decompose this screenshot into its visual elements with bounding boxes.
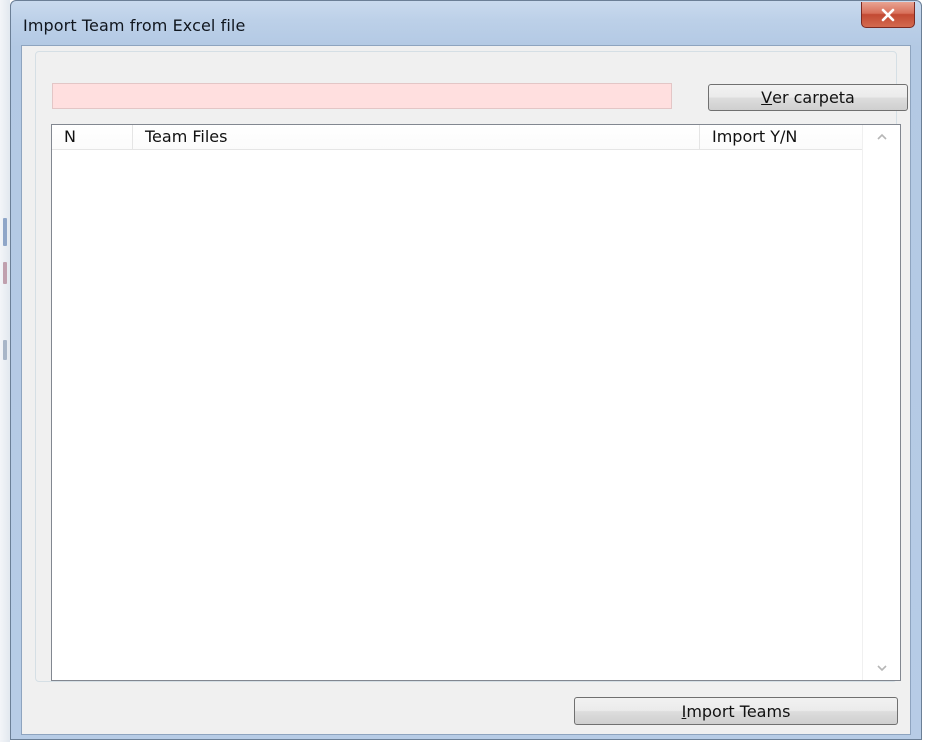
background-window-mark [3,218,7,246]
import-team-dialog: Import Team from Excel file Ver carpeta … [10,0,922,740]
scroll-down-button[interactable] [863,658,900,678]
import-teams-label: mport Teams [686,701,791,721]
dialog-client-area: Ver carpeta N Team Files Import Y/N I mp… [21,45,911,735]
scroll-up-button[interactable] [863,127,900,147]
ver-carpeta-mnemonic: V [761,88,773,107]
window-title: Import Team from Excel file [23,16,246,35]
column-header-team-files[interactable]: Team Files [132,125,699,149]
close-icon [881,8,895,21]
list-body[interactable] [52,150,863,680]
import-teams-button[interactable]: Import Teams [574,697,898,725]
background-window-mark [3,340,7,360]
vertical-scrollbar[interactable] [862,125,900,680]
team-files-list[interactable]: N Team Files Import Y/N [51,124,901,681]
import-groupbox: Ver carpeta N Team Files Import Y/N [35,51,908,682]
background-window-mark [3,262,7,284]
ver-carpeta-label: er carpeta [772,88,855,107]
scroll-down-arrow-icon [876,665,887,672]
scroll-up-arrow-icon [876,133,887,140]
ver-carpeta-button[interactable]: Ver carpeta [708,84,908,111]
title-bar[interactable]: Import Team from Excel file [11,1,921,45]
close-button[interactable] [861,2,915,28]
column-header-import-yn[interactable]: Import Y/N [699,125,863,149]
folder-path-input[interactable] [52,83,672,109]
column-header-n[interactable]: N [52,125,132,149]
background-window-edge [0,0,10,742]
list-header: N Team Files Import Y/N [52,125,863,150]
